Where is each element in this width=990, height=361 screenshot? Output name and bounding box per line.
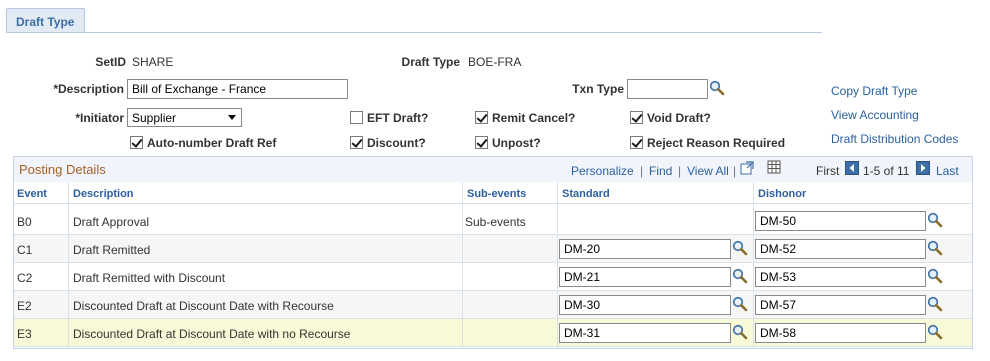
new-window-icon[interactable] <box>740 161 754 175</box>
draft-type-label: Draft Type <box>401 55 460 69</box>
copy-draft-type-link[interactable]: Copy Draft Type <box>831 84 917 98</box>
description-cell: Draft Approval <box>73 215 150 229</box>
separator: | <box>733 164 737 178</box>
txn-type-label: Txn Type <box>572 82 624 96</box>
unpost-label: Unpost? <box>492 136 541 150</box>
col-event[interactable]: Event <box>17 188 47 200</box>
standard-input[interactable]: DM-20 <box>559 239 731 259</box>
next-page-icon[interactable] <box>916 161 930 175</box>
dishonor-input[interactable]: DM-50 <box>755 211 926 231</box>
download-grid-icon[interactable] <box>767 160 781 174</box>
remit-cancel-checkbox[interactable] <box>475 111 488 124</box>
description-input[interactable]: Bill of Exchange - France <box>127 79 348 99</box>
last-link[interactable]: Last <box>936 164 959 178</box>
dishonor-lookup-icon[interactable] <box>927 324 943 340</box>
dishonor-input[interactable]: DM-58 <box>755 323 926 343</box>
col-subevents[interactable]: Sub-events <box>467 188 526 200</box>
reject-reason-checkbox[interactable] <box>630 136 643 149</box>
col-dishonor[interactable]: Dishonor <box>758 188 806 200</box>
dishonor-lookup-icon[interactable] <box>927 268 943 284</box>
auto-number-label: Auto-number Draft Ref <box>147 136 277 150</box>
unpost-checkbox[interactable] <box>475 136 488 149</box>
txn-type-lookup-icon[interactable] <box>709 80 725 96</box>
txn-type-input[interactable] <box>627 79 708 99</box>
dishonor-lookup-icon[interactable] <box>927 240 943 256</box>
initiator-label: *Initiator <box>75 111 124 125</box>
tab-underline <box>6 32 822 33</box>
tab-draft-type[interactable]: Draft Type <box>6 8 85 33</box>
standard-lookup-icon[interactable] <box>732 324 748 340</box>
initiator-selected-value: Supplier <box>132 111 177 125</box>
standard-input[interactable]: DM-31 <box>559 323 731 343</box>
setid-label: SetID <box>95 55 126 69</box>
auto-number-checkbox[interactable] <box>130 136 143 149</box>
description-cell: Draft Remitted with Discount <box>73 271 226 285</box>
event-cell: E2 <box>17 299 32 313</box>
dishonor-lookup-icon[interactable] <box>927 296 943 312</box>
standard-input[interactable]: DM-30 <box>559 295 731 315</box>
eft-draft-checkbox[interactable] <box>350 111 363 124</box>
dishonor-input[interactable]: DM-52 <box>755 239 926 259</box>
standard-lookup-icon[interactable] <box>732 240 748 256</box>
initiator-select[interactable]: Supplier <box>127 108 242 127</box>
first-label: First <box>816 164 840 178</box>
separator: | <box>678 164 682 178</box>
draft-type-value: BOE-FRA <box>468 55 522 69</box>
description-label: *Description <box>53 82 124 96</box>
personalize-link[interactable]: Personalize <box>571 164 634 178</box>
standard-lookup-icon[interactable] <box>732 268 748 284</box>
separator: | <box>640 164 644 178</box>
eft-draft-label: EFT Draft? <box>367 111 429 125</box>
column-divider <box>462 182 463 348</box>
discount-checkbox[interactable] <box>350 136 363 149</box>
event-cell: C2 <box>17 271 33 285</box>
description-cell: Draft Remitted <box>73 243 151 257</box>
event-cell: B0 <box>17 215 32 229</box>
page-range: 1-5 of 11 <box>863 164 910 178</box>
previous-page-icon[interactable] <box>845 161 859 175</box>
description-cell: Discounted Draft at Discount Date with R… <box>73 299 334 313</box>
column-divider <box>753 182 754 348</box>
dishonor-lookup-icon[interactable] <box>927 212 943 228</box>
column-divider <box>68 182 69 348</box>
chevron-down-icon <box>228 115 236 120</box>
view-all-link[interactable]: View All <box>687 164 729 178</box>
col-description[interactable]: Description <box>73 188 134 200</box>
event-cell: C1 <box>17 243 33 257</box>
dishonor-input[interactable]: DM-57 <box>755 295 926 315</box>
sub-events-link[interactable]: Sub-events <box>465 215 526 229</box>
standard-lookup-icon[interactable] <box>732 296 748 312</box>
dishonor-input[interactable]: DM-53 <box>755 267 926 287</box>
grid-title: Posting Details <box>19 162 106 177</box>
standard-input[interactable]: DM-21 <box>559 267 731 287</box>
find-link[interactable]: Find <box>649 164 672 178</box>
view-accounting-link[interactable]: View Accounting <box>831 108 919 122</box>
setid-value: SHARE <box>132 55 174 69</box>
draft-distribution-codes-link[interactable]: Draft Distribution Codes <box>831 132 958 146</box>
remit-cancel-label: Remit Cancel? <box>492 111 576 125</box>
event-cell: E3 <box>17 327 32 341</box>
col-standard[interactable]: Standard <box>562 188 610 200</box>
column-divider <box>557 182 558 348</box>
void-draft-label: Void Draft? <box>647 111 711 125</box>
discount-label: Discount? <box>367 136 426 150</box>
void-draft-checkbox[interactable] <box>630 111 643 124</box>
reject-reason-label: Reject Reason Required <box>647 136 786 150</box>
description-cell: Discounted Draft at Discount Date with n… <box>73 327 351 341</box>
